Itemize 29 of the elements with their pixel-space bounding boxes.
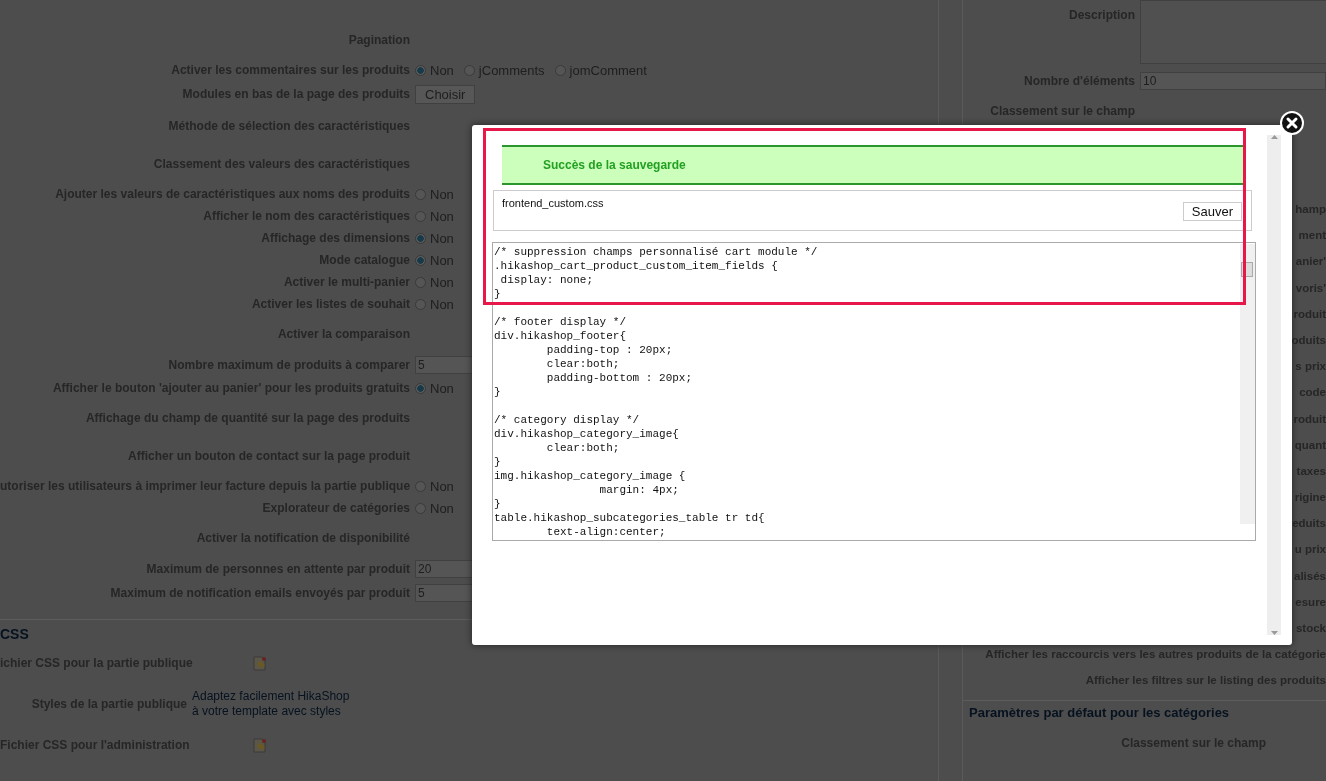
- scrollbar[interactable]: [1267, 135, 1281, 635]
- save-button[interactable]: Sauver: [1182, 202, 1242, 221]
- section-legend: Paramètres par défaut pour les catégories: [963, 704, 1326, 720]
- scrollbar[interactable]: [1240, 244, 1255, 524]
- scroll-down-icon[interactable]: [1270, 631, 1278, 635]
- radio-button[interactable]: [415, 254, 426, 266]
- radio-button[interactable]: [415, 64, 426, 76]
- edit-file-icon[interactable]: [252, 736, 268, 753]
- code-text: /* suppression champs personnalisé cart module */ .hikashop_cart_product_custom_item_fields { display: none; } /* footer display */ div.hikashop_footer{ padding-top : 20px; clear:both; padding-bottom : 20px; } /* category display */ div.hikashop_category_image{ clear:both; } img.hikashop_category_image { margin: 4px; } table.hikashop_subcategories_table tr td{ text-align:center;: [494, 245, 819, 537]
- scroll-up-icon[interactable]: [1270, 135, 1278, 139]
- radio-button[interactable]: [415, 298, 426, 310]
- close-button[interactable]: [1280, 111, 1304, 135]
- radio-button[interactable]: [415, 276, 426, 288]
- radio-button[interactable]: [415, 382, 426, 394]
- edit-file-icon[interactable]: [252, 654, 268, 671]
- file-field[interactable]: frontend_custom.css Sauver: [493, 190, 1252, 231]
- radio-button[interactable]: [415, 502, 426, 514]
- radio-button[interactable]: [463, 64, 475, 76]
- radio-button[interactable]: [415, 188, 426, 200]
- file-name: frontend_custom.css: [502, 197, 604, 209]
- input-field[interactable]: 10: [1140, 72, 1326, 90]
- code-editor[interactable]: [492, 242, 1256, 541]
- choose-button[interactable]: Choisir: [415, 84, 476, 104]
- radio-button[interactable]: [415, 232, 426, 244]
- radio-button[interactable]: [415, 480, 426, 492]
- radio-button[interactable]: [554, 64, 566, 76]
- radio-button[interactable]: [415, 210, 426, 222]
- styles-link[interactable]: Adaptez facilement HikaShop à votre template avec styles: [192, 688, 350, 719]
- success-message: Succès de la sauvegarde: [502, 145, 1243, 185]
